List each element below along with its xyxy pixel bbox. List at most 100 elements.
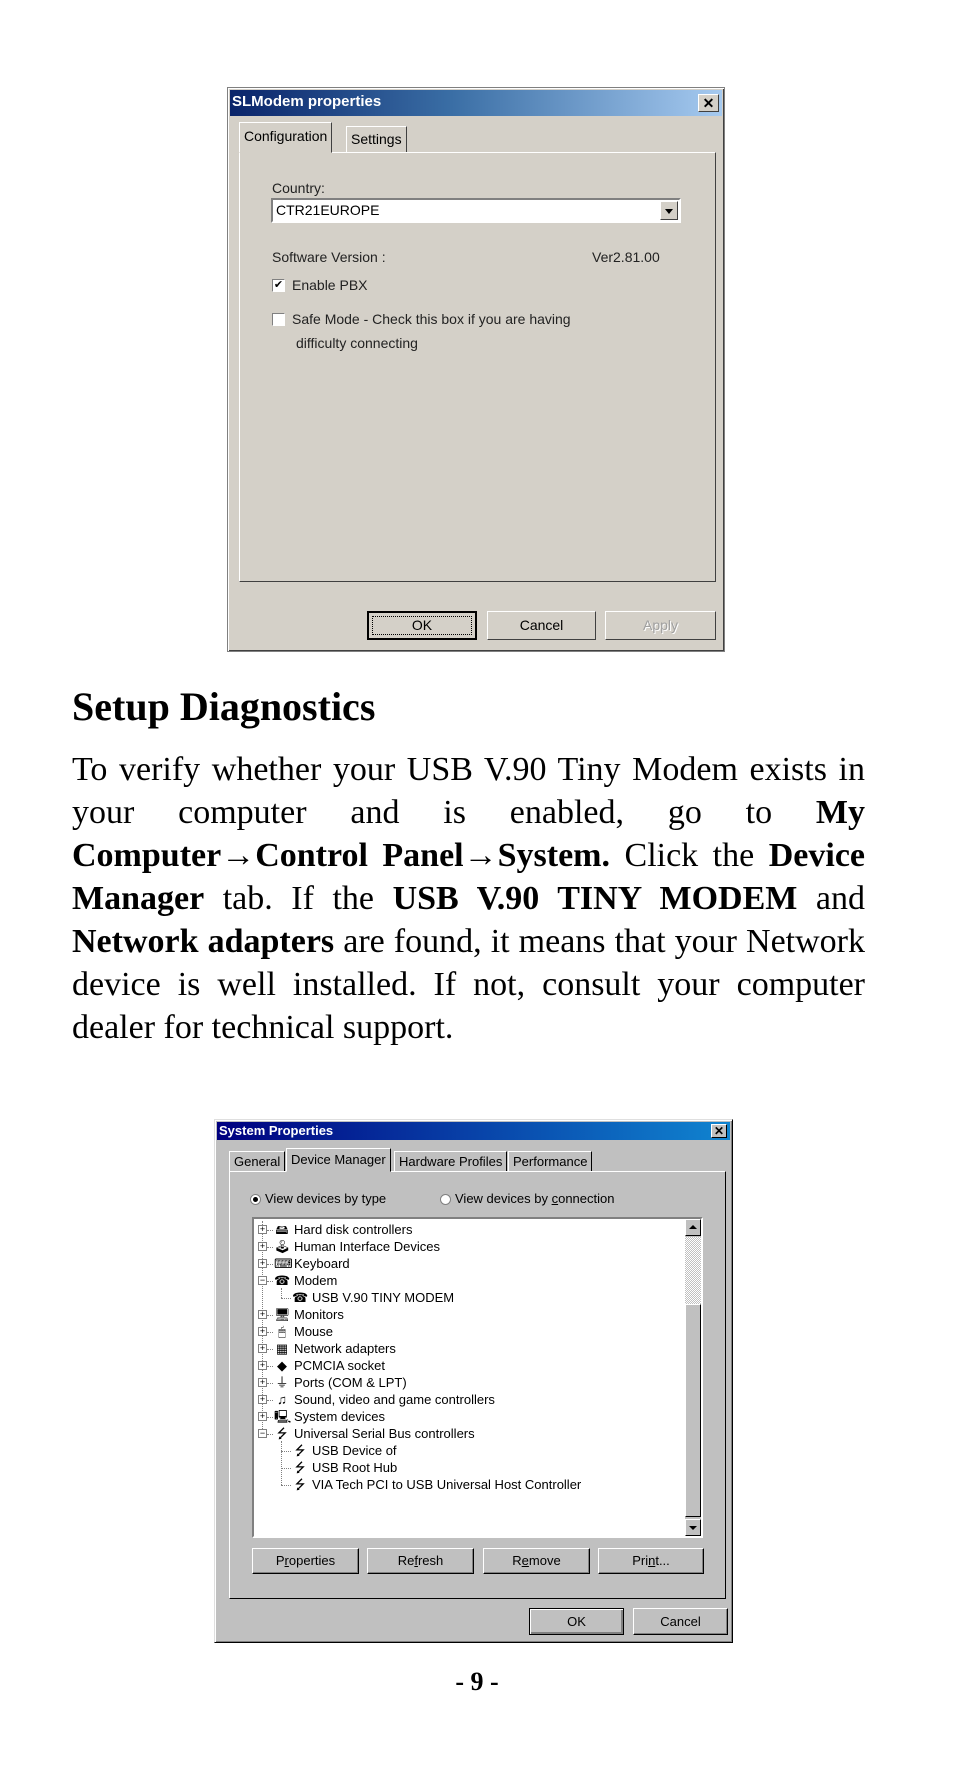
chevron-down-icon[interactable] <box>660 201 678 220</box>
tree-connector <box>267 1349 273 1350</box>
focus-rect <box>372 616 472 635</box>
country-select[interactable]: CTR21EUROPE <box>271 198 681 223</box>
expand-icon[interactable]: + <box>258 1242 267 1251</box>
scroll-track[interactable] <box>685 1237 701 1304</box>
expand-icon[interactable]: + <box>258 1361 267 1370</box>
tree-connector <box>267 1315 273 1316</box>
expand-icon[interactable]: + <box>258 1327 267 1336</box>
scroll-up-arrow-icon[interactable] <box>685 1219 701 1236</box>
body-emphasis: Network adapters <box>72 923 335 960</box>
cancel-button[interactable]: Cancel <box>487 611 596 640</box>
software-version-label: Software Version : <box>272 249 386 265</box>
scroll-down-arrow-icon[interactable] <box>685 1519 701 1536</box>
enable-pbx-label[interactable]: Enable PBX <box>292 277 368 293</box>
expand-icon[interactable]: + <box>258 1378 267 1387</box>
tree-connector <box>267 1417 273 1418</box>
expand-icon[interactable]: + <box>258 1412 267 1421</box>
tree-item-label: System devices <box>294 1409 386 1424</box>
usb-icon: ⭍ <box>276 1426 288 1441</box>
tab-performance[interactable]: Performance <box>508 1151 593 1171</box>
tab-device-manager[interactable]: Device Manager <box>286 1148 391 1172</box>
view-by-connection-radio[interactable] <box>440 1194 451 1205</box>
tree-item-label: Hard disk controllers <box>294 1222 413 1237</box>
view-by-connection-label[interactable]: View devices by connection <box>455 1191 614 1206</box>
tree-connector <box>281 1298 291 1299</box>
safe-mode-label-line2: difficulty connecting <box>296 335 418 351</box>
safe-mode-checkbox[interactable] <box>272 313 285 326</box>
tree-connector <box>267 1366 273 1367</box>
tree-item-label: Monitors <box>294 1307 344 1322</box>
software-version-value: Ver2.81.00 <box>592 249 660 265</box>
usb-icon: ⭍ <box>294 1460 306 1475</box>
country-label: Country: <box>272 180 325 196</box>
tree-connector <box>267 1230 273 1231</box>
network-adapter-icon: ▦ <box>275 1341 289 1356</box>
tab-general[interactable]: General <box>229 1151 286 1171</box>
country-value: CTR21EUROPE <box>276 202 380 218</box>
safe-mode-label[interactable]: Safe Mode - Check this box if you are ha… <box>292 311 571 327</box>
properties-button[interactable]: Properties <box>252 1548 359 1574</box>
collapse-icon[interactable]: − <box>258 1429 267 1438</box>
expand-icon[interactable]: + <box>258 1310 267 1319</box>
expand-icon[interactable]: + <box>258 1344 267 1353</box>
vertical-scrollbar[interactable] <box>685 1219 701 1536</box>
tree-branch-line <box>281 1441 282 1485</box>
close-button[interactable]: ✕ <box>711 1124 727 1138</box>
cancel-button[interactable]: Cancel <box>633 1608 728 1635</box>
section-heading: Setup Diagnostics <box>72 684 376 729</box>
tree-connector <box>281 1451 291 1452</box>
mouse-icon: 🖱 <box>278 1324 286 1339</box>
refresh-button[interactable]: Refresh <box>367 1548 474 1574</box>
modem-icon: ☎ <box>292 1290 309 1305</box>
section-body: To verify whether your USB V.90 Tiny Mod… <box>72 748 865 1049</box>
body-text: Click the <box>610 837 769 874</box>
tree-connector <box>281 1485 291 1486</box>
tree-connector <box>267 1281 273 1282</box>
tree-item-label: USB Root Hub <box>312 1460 398 1475</box>
tree-connector <box>267 1434 273 1435</box>
body-emphasis: USB V.90 TINY MODEM <box>392 880 798 917</box>
hard-disk-icon: 🖴 <box>275 1222 289 1237</box>
title-bar[interactable]: SLModem properties ✕ <box>230 90 722 116</box>
view-by-type-radio[interactable] <box>250 1194 261 1205</box>
tree-item-label: Mouse <box>294 1324 334 1339</box>
dialog-title: System Properties <box>219 1123 334 1138</box>
ok-button[interactable]: OK <box>529 1608 624 1635</box>
tab-settings[interactable]: Settings <box>346 126 407 152</box>
usb-icon: ⭍ <box>294 1477 306 1492</box>
system-properties-dialog: System Properties ? ✕ General Device Man… <box>214 1119 733 1643</box>
scroll-thumb[interactable] <box>685 1304 701 1517</box>
body-text: To verify whether your USB V.90 Tiny Mod… <box>72 751 865 831</box>
tab-hardware-profiles[interactable]: Hardware Profiles <box>394 1151 508 1171</box>
expand-icon[interactable]: + <box>258 1395 267 1404</box>
device-tree[interactable]: + 🖴 Hard disk controllers + 🕹 Human Interface… <box>252 1217 703 1538</box>
pcmcia-icon: ◆ <box>277 1358 287 1373</box>
tab-configuration[interactable]: Configuration <box>239 122 333 153</box>
page-number: - 9 - <box>455 1667 499 1696</box>
tree-connector <box>267 1332 273 1333</box>
usb-icon: ⭍ <box>294 1443 306 1458</box>
remove-button[interactable]: Remove <box>483 1548 590 1574</box>
view-by-type-label[interactable]: View devices by type <box>265 1191 386 1206</box>
tree-connector <box>267 1400 273 1401</box>
body-text: and <box>797 880 866 917</box>
title-bar[interactable]: System Properties ? ✕ <box>217 1122 730 1140</box>
sound-icon: ♫ <box>277 1392 287 1407</box>
monitor-icon: 🖥 <box>274 1307 291 1322</box>
tree-item-label: Keyboard <box>294 1256 350 1271</box>
system-device-icon: 🖳 <box>274 1409 292 1424</box>
apply-button[interactable]: Apply <box>605 611 716 640</box>
tree-connector <box>281 1468 291 1469</box>
expand-icon[interactable]: + <box>258 1225 267 1234</box>
enable-pbx-checkbox[interactable]: ✔ <box>272 279 285 292</box>
collapse-icon[interactable]: − <box>258 1276 267 1285</box>
expand-icon[interactable]: + <box>258 1259 267 1268</box>
close-icon: ✕ <box>702 95 715 111</box>
tree-connector <box>267 1383 273 1384</box>
tree-item-label: USB Device of <box>312 1443 397 1458</box>
ok-button[interactable]: OK <box>367 611 477 640</box>
print-button[interactable]: Print... <box>598 1548 704 1574</box>
close-button[interactable]: ✕ <box>698 94 719 112</box>
keyboard-icon: ⌨ <box>274 1256 293 1271</box>
tree-item-label: Human Interface Devices <box>294 1239 440 1254</box>
